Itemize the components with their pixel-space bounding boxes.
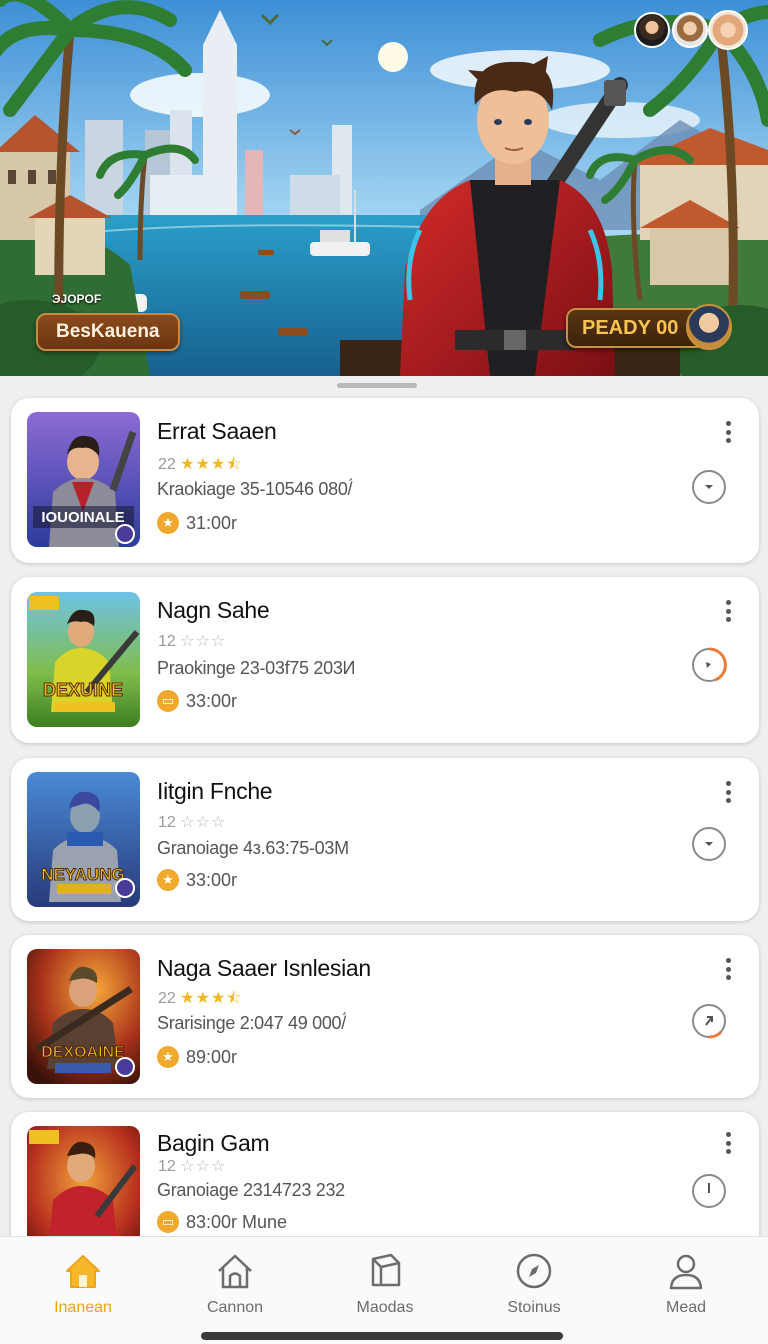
- progress-circle-icon[interactable]: [691, 647, 727, 683]
- game-title[interactable]: Nagn Sahe: [157, 597, 270, 624]
- hero-small-label: ЭJOPOF: [52, 292, 102, 306]
- game-meta: Granoiage 2314723 232: [157, 1180, 345, 1200]
- game-meta: Praokinge 23-03f75 203И: [157, 658, 356, 678]
- price: ★ 33:00r: [157, 869, 237, 891]
- rating: 22 ★★★⯪: [158, 987, 241, 1014]
- svg-text:DEXOAINE: DEXOAINE: [41, 1044, 125, 1061]
- more-options-icon[interactable]: [723, 600, 733, 622]
- game-title[interactable]: Iitgin Fnche: [157, 778, 273, 805]
- nav-item-cannon[interactable]: Cannon: [175, 1251, 295, 1317]
- coin-icon: ▭: [157, 1211, 179, 1233]
- clock-circle-icon[interactable]: [691, 1173, 727, 1209]
- nav-label: Maodas: [356, 1299, 414, 1316]
- nav-label: Cannon: [206, 1299, 264, 1316]
- person-icon: [669, 1254, 703, 1290]
- more-options-icon[interactable]: [723, 781, 733, 803]
- rating-count: 12: [158, 1158, 176, 1175]
- rating-count: 22: [158, 456, 176, 473]
- more-options-icon[interactable]: [723, 421, 733, 443]
- star-icon: ☆☆☆: [180, 633, 227, 650]
- star-coin-icon: ★: [157, 1046, 179, 1068]
- nav-label: Inanean: [54, 1299, 112, 1316]
- price-value: 33:00r: [186, 869, 238, 890]
- game-title[interactable]: Naga Saaer Isnlesian: [157, 955, 371, 982]
- home-icon: [66, 1255, 100, 1288]
- game-title[interactable]: Bagin Gam: [157, 1130, 270, 1157]
- rating: 12 ☆☆☆: [158, 812, 226, 832]
- price-value: 33:00r: [186, 690, 238, 711]
- rating-count: 12: [158, 633, 176, 650]
- price: ▭ 33:00r: [157, 690, 237, 712]
- half-star-icon: ⯪: [226, 990, 242, 1007]
- more-options-icon[interactable]: [723, 958, 733, 980]
- price-value: 83:00r Mune: [186, 1211, 288, 1232]
- rating-count: 12: [158, 814, 176, 831]
- hero-title-badge[interactable]: BesKauena: [36, 313, 180, 351]
- list-item[interactable]: DEXOAINE Naga Saaer Isnlesian 22 ★★★⯪ Sr…: [11, 935, 759, 1098]
- price: ★ 89:00r: [157, 1046, 237, 1068]
- game-meta: Srarisinge 2:047 49 000/́: [157, 1013, 346, 1033]
- app-screen: ЭJOPOF BesKauena PEADY 00 IOUOINALE Erra…: [0, 0, 768, 1344]
- star-icon: ☆☆☆: [180, 1158, 227, 1175]
- star-icon: ☆☆☆: [180, 814, 227, 831]
- bottom-nav: Inanean Cannon Maodas Stoinus Mead: [0, 1236, 768, 1344]
- nav-item-mead[interactable]: Mead: [626, 1251, 746, 1317]
- chevron-circle-icon[interactable]: [691, 826, 727, 862]
- price-value: 89:00r: [186, 1046, 238, 1067]
- game-thumbnail: IOUOINALE: [27, 412, 140, 547]
- list-item[interactable]: IOUOINALE Errat Saaen 22 ★★★⯪ Kraokiage …: [11, 398, 759, 563]
- nav-label: Mead: [665, 1299, 707, 1316]
- game-thumbnail: NEYAUNG: [27, 772, 140, 907]
- progress-circle-icon[interactable]: [691, 1003, 727, 1039]
- game-thumbnail: DEXUINE: [27, 592, 140, 727]
- list-item[interactable]: DEXUINE Nagn Sahe 12 ☆☆☆ Praokinge 23-03…: [11, 577, 759, 743]
- box-icon: [371, 1253, 401, 1287]
- svg-text:NEYAUNG: NEYAUNG: [41, 865, 124, 884]
- price-value: 31:00r: [186, 512, 238, 533]
- rating: 12 ☆☆☆: [158, 631, 226, 651]
- compass-icon: [516, 1253, 552, 1289]
- game-thumbnail: DEXOAINE: [27, 949, 140, 1084]
- price: ★ 31:00r: [157, 512, 237, 534]
- coin-icon: ▭: [157, 690, 179, 712]
- avatar[interactable]: [672, 12, 708, 48]
- nav-item-maodas[interactable]: Maodas: [325, 1251, 445, 1317]
- half-star-icon: ⯪: [226, 456, 242, 473]
- svg-text:DEXUINE: DEXUINE: [43, 680, 123, 700]
- nav-item-stoinus[interactable]: Stoinus: [474, 1251, 594, 1317]
- price: ▭ 83:00r Mune: [157, 1211, 287, 1233]
- star-coin-icon: ★: [157, 512, 179, 534]
- star-coin-icon: ★: [157, 869, 179, 891]
- ready-badge[interactable]: PEADY 00: [566, 308, 706, 348]
- star-icon: ★★★: [180, 990, 227, 1007]
- avatar[interactable]: [634, 12, 670, 48]
- sheet-drag-handle[interactable]: [337, 383, 417, 388]
- game-title[interactable]: Errat Saaen: [157, 418, 277, 445]
- rating: 22 ★★★⯪: [158, 453, 241, 480]
- home-indicator[interactable]: [201, 1332, 563, 1340]
- rating-count: 22: [158, 990, 176, 1007]
- rating: 12 ☆☆☆: [158, 1156, 226, 1176]
- list-item[interactable]: NEYAUNG Iitgin Fnche 12 ☆☆☆ Granoiage 4з…: [11, 758, 759, 921]
- chevron-circle-icon[interactable]: [691, 469, 727, 505]
- star-icon: ★★★: [180, 456, 227, 473]
- nav-item-home[interactable]: Inanean: [23, 1251, 143, 1317]
- game-meta: Granoiage 4з.63:75-03М: [157, 838, 349, 858]
- badge-avatar[interactable]: [686, 304, 732, 350]
- svg-text:IOUOINALE: IOUOINALE: [41, 509, 124, 526]
- more-options-icon[interactable]: [723, 1132, 733, 1154]
- nav-label: Stoinus: [507, 1299, 561, 1316]
- hero-banner[interactable]: ЭJOPOF BesKauena PEADY 00: [0, 0, 768, 376]
- house-outline-icon: [218, 1254, 252, 1289]
- game-meta: Kraokiage 35-10546 080/́: [157, 479, 353, 499]
- avatar[interactable]: [708, 10, 748, 50]
